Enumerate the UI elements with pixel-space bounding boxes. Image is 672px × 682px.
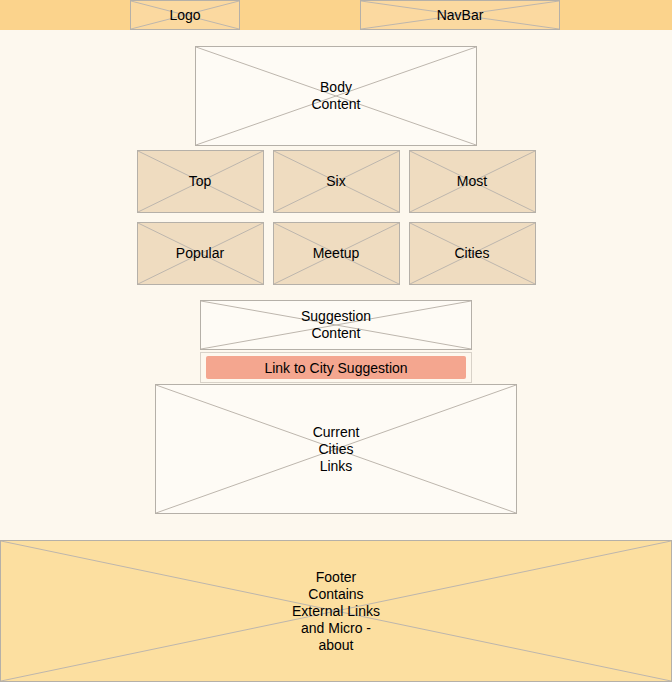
current-cities-label: Current Cities Links bbox=[313, 424, 360, 475]
city-tile-label: Meetup bbox=[313, 245, 360, 262]
city-tile[interactable]: Top bbox=[137, 150, 264, 213]
body-content-label: Body Content bbox=[311, 79, 360, 113]
city-tile[interactable]: Cities bbox=[409, 222, 536, 285]
city-tile[interactable]: Six bbox=[273, 150, 400, 213]
city-tile[interactable]: Most bbox=[409, 150, 536, 213]
page: Logo NavBar Body Content Top Six Most Popular M… bbox=[0, 0, 672, 682]
city-tile-label: Popular bbox=[176, 245, 224, 262]
main: Body Content Top Six Most Popular Meetup Citie… bbox=[0, 30, 672, 514]
city-tile-label: Six bbox=[326, 173, 345, 190]
header: Logo NavBar bbox=[0, 0, 672, 30]
suggestion-content-label: Suggestion Content bbox=[301, 308, 371, 342]
body-content: Body Content bbox=[195, 46, 477, 146]
navbar[interactable]: NavBar bbox=[360, 0, 560, 30]
city-suggestion-link[interactable]: Link to City Suggestion bbox=[206, 356, 466, 379]
city-tile[interactable]: Meetup bbox=[273, 222, 400, 285]
city-tile-label: Cities bbox=[454, 245, 489, 262]
logo[interactable]: Logo bbox=[130, 0, 240, 30]
footer: Footer Contains External Links and Micro… bbox=[0, 540, 672, 682]
city-tiles: Top Six Most Popular Meetup Cities bbox=[137, 150, 536, 285]
current-cities-links: Current Cities Links bbox=[155, 384, 517, 514]
suggestion-link-frame: Link to City Suggestion bbox=[200, 352, 472, 383]
suggestion-content: Suggestion Content bbox=[200, 300, 472, 350]
footer-label: Footer Contains External Links and Micro… bbox=[292, 569, 380, 654]
navbar-label: NavBar bbox=[437, 7, 484, 24]
city-tile-label: Most bbox=[457, 173, 487, 190]
city-tile[interactable]: Popular bbox=[137, 222, 264, 285]
logo-label: Logo bbox=[169, 7, 200, 24]
city-tile-label: Top bbox=[189, 173, 212, 190]
